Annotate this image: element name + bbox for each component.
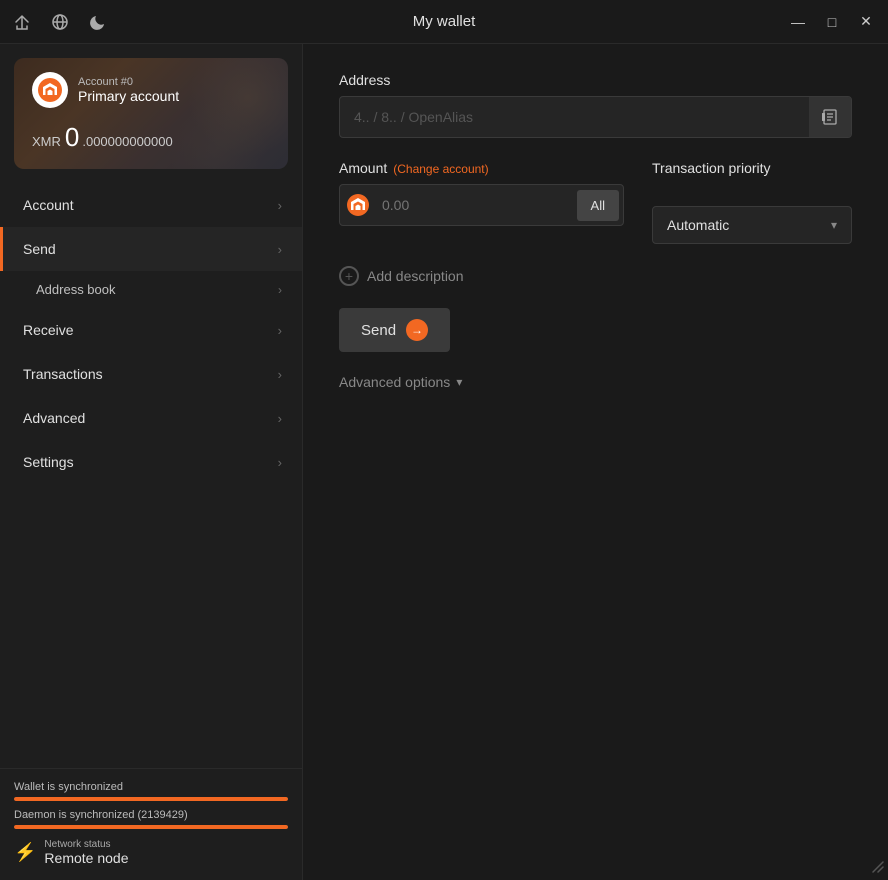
settings-chevron-icon: › — [278, 455, 282, 470]
sidebar-item-receive[interactable]: Receive › — [0, 308, 302, 352]
window-controls: — □ ✕ — [788, 12, 876, 32]
send-button-label: Send — [361, 322, 396, 339]
daemon-sync-bar — [14, 825, 288, 829]
monero-icon-small — [340, 185, 376, 225]
account-number: Account #0 — [78, 76, 179, 88]
resize-handle[interactable] — [872, 860, 884, 876]
sidebar-item-settings[interactable]: Settings › — [0, 440, 302, 484]
globe-icon[interactable] — [50, 12, 70, 32]
address-book-chevron-icon: › — [278, 283, 282, 297]
priority-section: Transaction priority Automatic ▾ — [652, 160, 852, 244]
amount-label-row: Amount (Change account) — [339, 160, 624, 176]
account-header: Account #0 Primary account — [32, 72, 270, 108]
sidebar: Account #0 Primary account XMR 0 .000000… — [0, 44, 303, 880]
change-account-link[interactable]: (Change account) — [393, 162, 488, 176]
sidebar-item-transactions[interactable]: Transactions › — [0, 352, 302, 396]
priority-value: Automatic — [667, 217, 729, 233]
monero-logo — [32, 72, 68, 108]
network-status-label: Network status — [44, 839, 128, 850]
address-book-open-button[interactable] — [809, 97, 851, 137]
account-card: Account #0 Primary account XMR 0 .000000… — [14, 58, 288, 169]
sidebar-status: Wallet is synchronized Daemon is synchro… — [0, 768, 302, 880]
wallet-sync-bar — [14, 797, 288, 801]
advanced-options-toggle[interactable]: Advanced options ▾ — [339, 374, 852, 390]
priority-label: Transaction priority — [652, 160, 852, 176]
network-status-value: Remote node — [44, 850, 128, 866]
account-name: Primary account — [78, 88, 179, 104]
titlebar: My wallet — □ ✕ — [0, 0, 888, 44]
advanced-chevron-icon: › — [278, 411, 282, 426]
network-info: Network status Remote node — [44, 839, 128, 866]
account-info: Account #0 Primary account — [78, 76, 179, 104]
amount-input-row: All — [339, 184, 624, 226]
add-description-button[interactable]: + Add description — [339, 266, 852, 286]
minimize-button[interactable]: — — [788, 12, 808, 32]
account-chevron-icon: › — [278, 198, 282, 213]
main-layout: Account #0 Primary account XMR 0 .000000… — [0, 44, 888, 880]
close-button[interactable]: ✕ — [856, 12, 876, 32]
sidebar-item-account[interactable]: Account › — [0, 183, 302, 227]
app-title: My wallet — [413, 13, 476, 30]
send-arrow-icon: → — [406, 319, 428, 341]
add-description-icon: + — [339, 266, 359, 286]
bolt-icon: ⚡ — [14, 842, 36, 863]
share-icon[interactable] — [12, 12, 32, 32]
network-status: ⚡ Network status Remote node — [14, 839, 288, 866]
daemon-sync-label: Daemon is synchronized (2139429) — [14, 809, 288, 821]
transactions-chevron-icon: › — [278, 367, 282, 382]
address-label: Address — [339, 72, 852, 88]
moon-icon[interactable] — [88, 12, 108, 32]
priority-dropdown[interactable]: Automatic ▾ — [652, 206, 852, 244]
address-input[interactable] — [340, 99, 809, 135]
sidebar-item-advanced[interactable]: Advanced › — [0, 396, 302, 440]
add-description-label: Add description — [367, 268, 464, 284]
amount-label: Amount — [339, 160, 387, 176]
priority-dropdown-icon: ▾ — [831, 218, 837, 232]
send-content: Address Amount (Change account) — [303, 44, 888, 880]
wallet-sync-label: Wallet is synchronized — [14, 781, 288, 793]
account-balance: XMR 0 .000000000000 — [32, 122, 270, 153]
receive-chevron-icon: › — [278, 323, 282, 338]
daemon-sync-status: Daemon is synchronized (2139429) — [14, 809, 288, 829]
amount-priority-row: Amount (Change account) All — [339, 160, 852, 244]
amount-input[interactable] — [376, 187, 573, 223]
balance-decimal: .000000000000 — [82, 134, 172, 149]
send-chevron-icon: › — [278, 242, 282, 257]
maximize-button[interactable]: □ — [822, 12, 842, 32]
advanced-options-chevron-icon: ▾ — [456, 375, 462, 389]
send-button[interactable]: Send → — [339, 308, 450, 352]
balance-currency: XMR — [32, 134, 61, 149]
titlebar-left-icons — [12, 12, 108, 32]
sidebar-item-address-book[interactable]: Address book › — [0, 271, 302, 308]
nav-items: Account › Send › Address book › Receive … — [0, 179, 302, 768]
daemon-sync-bar-fill — [14, 825, 288, 829]
advanced-options-label: Advanced options — [339, 374, 450, 390]
all-button[interactable]: All — [577, 190, 619, 221]
amount-section: Amount (Change account) All — [339, 160, 624, 226]
wallet-sync-status: Wallet is synchronized — [14, 781, 288, 801]
sidebar-item-send[interactable]: Send › — [0, 227, 302, 271]
balance-whole: 0 — [65, 122, 78, 153]
wallet-sync-bar-fill — [14, 797, 288, 801]
address-input-row — [339, 96, 852, 138]
